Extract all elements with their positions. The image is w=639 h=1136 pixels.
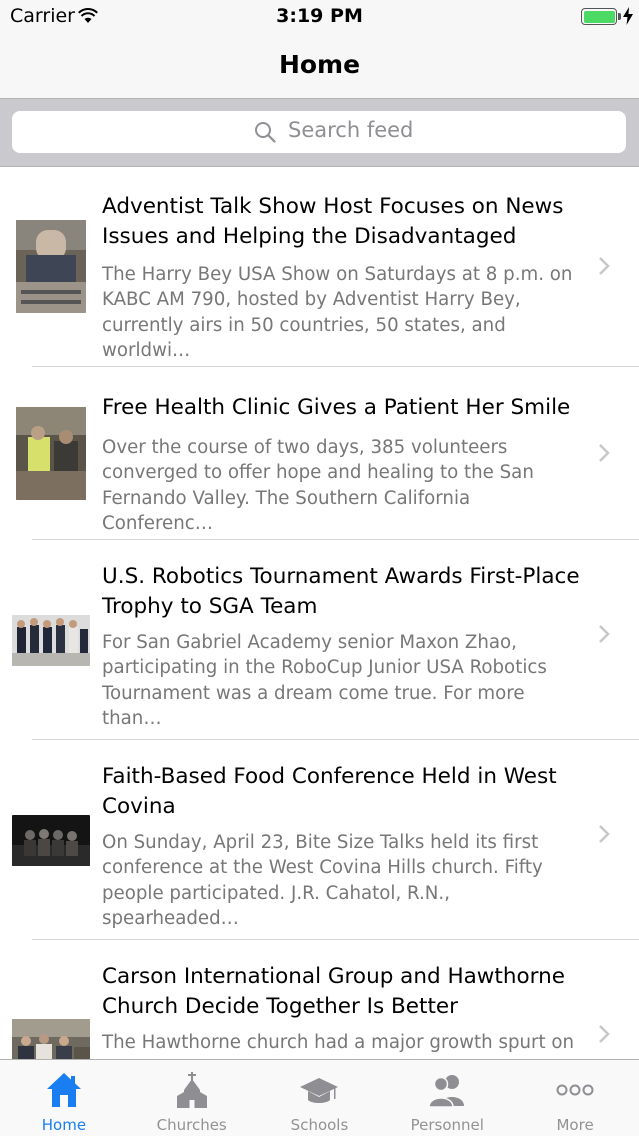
chevron-right-icon: [599, 257, 610, 275]
tab-home[interactable]: Home: [0, 1060, 128, 1136]
feed-thumbnail: [12, 1019, 90, 1059]
feed-item-excerpt: Over the course of two days, 385 volunte…: [102, 437, 534, 534]
feed-thumbnail: [12, 615, 90, 666]
status-bar: Carrier 3:19 PM: [0, 0, 639, 34]
tab-label: Schools: [290, 1116, 349, 1134]
more-dots-icon: [556, 1084, 594, 1096]
battery-icon: [581, 8, 617, 25]
feed-item-title: Carson International Group and Hawthorne…: [102, 964, 565, 1019]
feed-thumbnail: [12, 815, 90, 866]
tab-label: Personnel: [410, 1116, 484, 1134]
feed-item-title: U.S. Robotics Tournament Awards First-Pl…: [102, 564, 580, 619]
tab-churches[interactable]: Churches: [128, 1060, 256, 1136]
feed-item-title: Free Health Clinic Gives a Patient Her S…: [102, 395, 571, 420]
feed-item-excerpt: On Sunday, April 23, Bite Size Talks hel…: [102, 832, 543, 929]
feed-item[interactable]: U.S. Robotics Tournament Awards First-Pl…: [0, 540, 639, 740]
news-feed[interactable]: Adventist Talk Show Host Focuses on News…: [0, 167, 639, 1059]
feed-item[interactable]: Adventist Talk Show Host Focuses on News…: [0, 167, 639, 367]
people-icon: [428, 1075, 465, 1108]
feed-item-excerpt: For San Gabriel Academy senior Maxon Zha…: [102, 632, 547, 729]
search-icon: [255, 122, 276, 143]
feed-item-excerpt: The Harry Bey USA Show on Saturdays at 8…: [102, 264, 573, 361]
search-input[interactable]: Search feed: [12, 111, 626, 153]
page-title: Home: [278, 50, 361, 79]
navigation-bar: Home: [0, 34, 639, 99]
search-placeholder: Search feed: [288, 118, 414, 142]
tab-label: Home: [41, 1116, 87, 1134]
chevron-right-icon: [599, 1025, 610, 1043]
feed-item[interactable]: Free Health Clinic Gives a Patient Her S…: [0, 367, 639, 540]
tab-bar: Home Churches Schools Personnel More: [0, 1059, 639, 1136]
tab-label: Churches: [156, 1116, 227, 1134]
tab-label: More: [556, 1116, 594, 1134]
home-icon: [46, 1073, 81, 1107]
battery-cap: [618, 13, 621, 20]
feed-item-title: Adventist Talk Show Host Focuses on News…: [102, 194, 564, 249]
feed-item[interactable]: Faith-Based Food Conference Held in West…: [0, 740, 639, 940]
feed-item[interactable]: Carson International Group and Hawthorne…: [0, 940, 639, 1059]
tab-more[interactable]: More: [511, 1060, 639, 1136]
charging-bolt-icon: [623, 7, 633, 25]
tab-schools[interactable]: Schools: [256, 1060, 384, 1136]
status-time: 3:19 PM: [276, 5, 363, 27]
feed-thumbnail: [16, 407, 86, 500]
graduation-cap-icon: [300, 1078, 339, 1103]
feed-item-title: Faith-Based Food Conference Held in West…: [102, 764, 557, 819]
chevron-right-icon: [599, 444, 610, 462]
church-icon: [176, 1072, 207, 1108]
feed-item-excerpt: The Hawthorne church had a major growth …: [102, 1032, 575, 1053]
chevron-right-icon: [599, 625, 610, 643]
tab-personnel[interactable]: Personnel: [383, 1060, 511, 1136]
chevron-right-icon: [599, 825, 610, 843]
search-bar: Search feed: [0, 99, 639, 167]
feed-thumbnail: [16, 220, 86, 313]
